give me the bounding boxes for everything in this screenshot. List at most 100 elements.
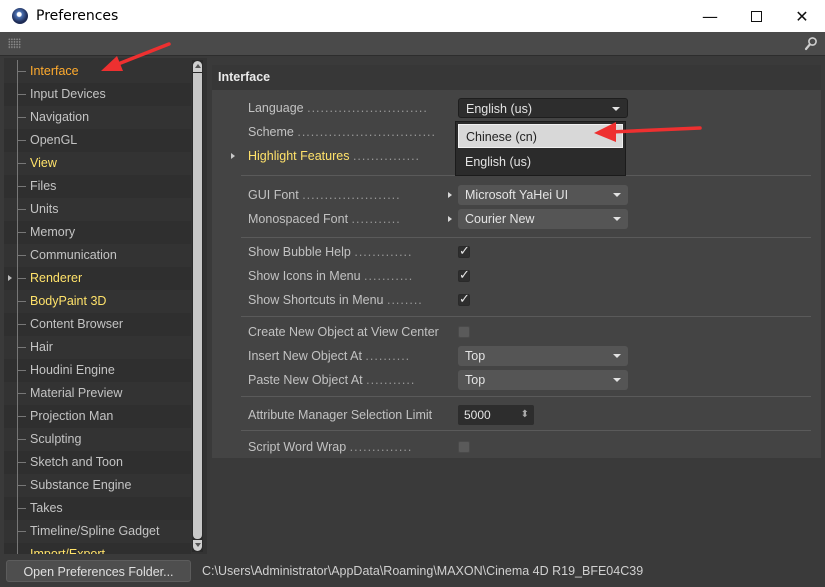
scroll-thumb[interactable]: [193, 73, 202, 539]
sidebar-item-label: Memory: [30, 225, 76, 239]
sidebar-item-view[interactable]: View: [4, 152, 191, 175]
sidebar-item-label: Timeline/Spline Gadget: [30, 524, 160, 538]
sidebar-item-material-preview[interactable]: Material Preview: [4, 382, 191, 405]
sidebar-item-label: Hair: [30, 340, 53, 354]
scheme-label: Scheme: [248, 125, 294, 139]
sidebar-list: Interface Input Devices Navigation OpenGL Vi…: [4, 60, 191, 554]
paste-at-label: Paste New Object At: [248, 373, 363, 387]
sidebar-item-memory[interactable]: Memory: [4, 221, 191, 244]
language-option-english[interactable]: English (us): [458, 150, 623, 174]
tree-line: [17, 244, 29, 267]
sidebar-item-label: Interface: [30, 64, 79, 78]
sidebar-item-houdini-engine[interactable]: Houdini Engine: [4, 359, 191, 382]
bottom-bar: Open Preferences Folder... C:\Users\Admi…: [0, 558, 825, 587]
tree-line: [17, 336, 29, 359]
sidebar-item-label: Import/Export: [30, 547, 106, 554]
grip-handle-icon[interactable]: [8, 38, 21, 49]
expand-arrow-icon[interactable]: [231, 153, 235, 159]
spinner-icon[interactable]: ⬍: [521, 405, 529, 425]
tool-strip: [0, 32, 825, 56]
separator: [241, 430, 811, 431]
language-label: Language: [248, 101, 304, 115]
icons-menu-checkbox[interactable]: [458, 265, 470, 287]
language-option-chinese[interactable]: Chinese (cn): [458, 124, 623, 148]
tree-line: [17, 313, 29, 336]
insert-at-value: Top: [465, 349, 486, 363]
sidebar-item-communication[interactable]: Communication: [4, 244, 191, 267]
preferences-sidebar: Interface Input Devices Navigation OpenGL Vi…: [4, 58, 207, 554]
expand-arrow-icon[interactable]: [8, 275, 12, 281]
maximize-icon: [750, 10, 762, 22]
tree-line: [17, 198, 29, 221]
chevron-down-icon: [613, 378, 621, 382]
sidebar-item-label: Sculpting: [30, 432, 82, 446]
gui-font-dropdown[interactable]: Microsoft YaHei UI: [458, 185, 628, 205]
shortcuts-menu-row: Show Shortcuts in Menu ........: [248, 289, 470, 311]
settings-main: Interface Language .....................…: [212, 58, 821, 554]
window-title: Preferences: [36, 8, 119, 24]
tree-line: [17, 474, 29, 497]
search-icon[interactable]: [804, 36, 818, 52]
tree-line: [17, 129, 29, 152]
sidebar-item-units[interactable]: Units: [4, 198, 191, 221]
sidebar-item-import-export[interactable]: Import/Export: [4, 543, 191, 554]
sidebar-item-opengl[interactable]: OpenGL: [4, 129, 191, 152]
sidebar-item-timeline-spline-gadget[interactable]: Timeline/Spline Gadget: [4, 520, 191, 543]
sidebar-item-renderer[interactable]: Renderer: [4, 267, 191, 290]
scroll-down-icon[interactable]: [193, 540, 202, 551]
word-wrap-row: Script Word Wrap ..............: [248, 436, 470, 458]
insert-at-label: Insert New Object At: [248, 349, 362, 363]
separator: [241, 316, 811, 317]
highlight-features-row[interactable]: Highlight Features ...............: [231, 145, 458, 167]
sidebar-item-label: Content Browser: [30, 317, 124, 331]
close-button[interactable]: ✕: [779, 0, 825, 32]
mono-font-row: Monospaced Font ........... Courier New: [248, 208, 628, 230]
mono-font-label: Monospaced Font: [248, 212, 349, 226]
sidebar-item-sculpting[interactable]: Sculpting: [4, 428, 191, 451]
mono-font-arrow-icon[interactable]: [448, 216, 452, 222]
tree-line: [17, 428, 29, 451]
minimize-button[interactable]: —: [687, 0, 733, 32]
attr-limit-row: Attribute Manager Selection Limit 5000 ⬍: [248, 404, 534, 426]
sidebar-item-files[interactable]: Files: [4, 175, 191, 198]
open-preferences-folder-button[interactable]: Open Preferences Folder...: [6, 560, 191, 582]
sidebar-item-input-devices[interactable]: Input Devices: [4, 83, 191, 106]
sidebar-item-takes[interactable]: Takes: [4, 497, 191, 520]
maximize-button[interactable]: [733, 0, 779, 32]
insert-at-dropdown[interactable]: Top: [458, 346, 628, 366]
sidebar-item-hair[interactable]: Hair: [4, 336, 191, 359]
icons-menu-label: Show Icons in Menu: [248, 269, 361, 283]
sidebar-item-label: Input Devices: [30, 87, 106, 101]
sidebar-item-interface[interactable]: Interface: [4, 60, 191, 83]
paste-at-dropdown[interactable]: Top: [458, 370, 628, 390]
sidebar-scrollbar[interactable]: [192, 60, 203, 552]
mono-font-value: Courier New: [465, 212, 535, 226]
chevron-down-icon: [613, 217, 621, 221]
shortcuts-menu-checkbox[interactable]: [458, 289, 470, 311]
language-dropdown[interactable]: English (us): [458, 98, 628, 118]
sidebar-item-projection-man[interactable]: Projection Man: [4, 405, 191, 428]
window-controls: — ✕: [687, 0, 825, 32]
tree-line: [17, 359, 29, 382]
chevron-down-icon: [613, 354, 621, 358]
tree-line: [17, 520, 29, 543]
cinema4d-logo-icon: [12, 8, 28, 24]
sidebar-item-substance-engine[interactable]: Substance Engine: [4, 474, 191, 497]
mono-font-dropdown[interactable]: Courier New: [458, 209, 628, 229]
create-center-checkbox[interactable]: [458, 326, 470, 338]
bubble-help-checkbox[interactable]: [458, 241, 470, 263]
sidebar-item-sketch-and-toon[interactable]: Sketch and Toon: [4, 451, 191, 474]
sidebar-item-bodypaint-3d[interactable]: BodyPaint 3D: [4, 290, 191, 313]
attr-limit-value: 5000: [464, 408, 491, 422]
tree-line: [17, 267, 29, 290]
tree-line: [17, 290, 29, 313]
tree-line: [17, 405, 29, 428]
sidebar-item-navigation[interactable]: Navigation: [4, 106, 191, 129]
tree-line: [17, 83, 29, 106]
gui-font-arrow-icon[interactable]: [448, 192, 452, 198]
scroll-up-icon[interactable]: [193, 61, 202, 72]
sidebar-item-label: Substance Engine: [30, 478, 132, 492]
word-wrap-checkbox[interactable]: [458, 441, 470, 453]
sidebar-item-content-browser[interactable]: Content Browser: [4, 313, 191, 336]
attr-limit-field[interactable]: 5000 ⬍: [458, 405, 534, 425]
